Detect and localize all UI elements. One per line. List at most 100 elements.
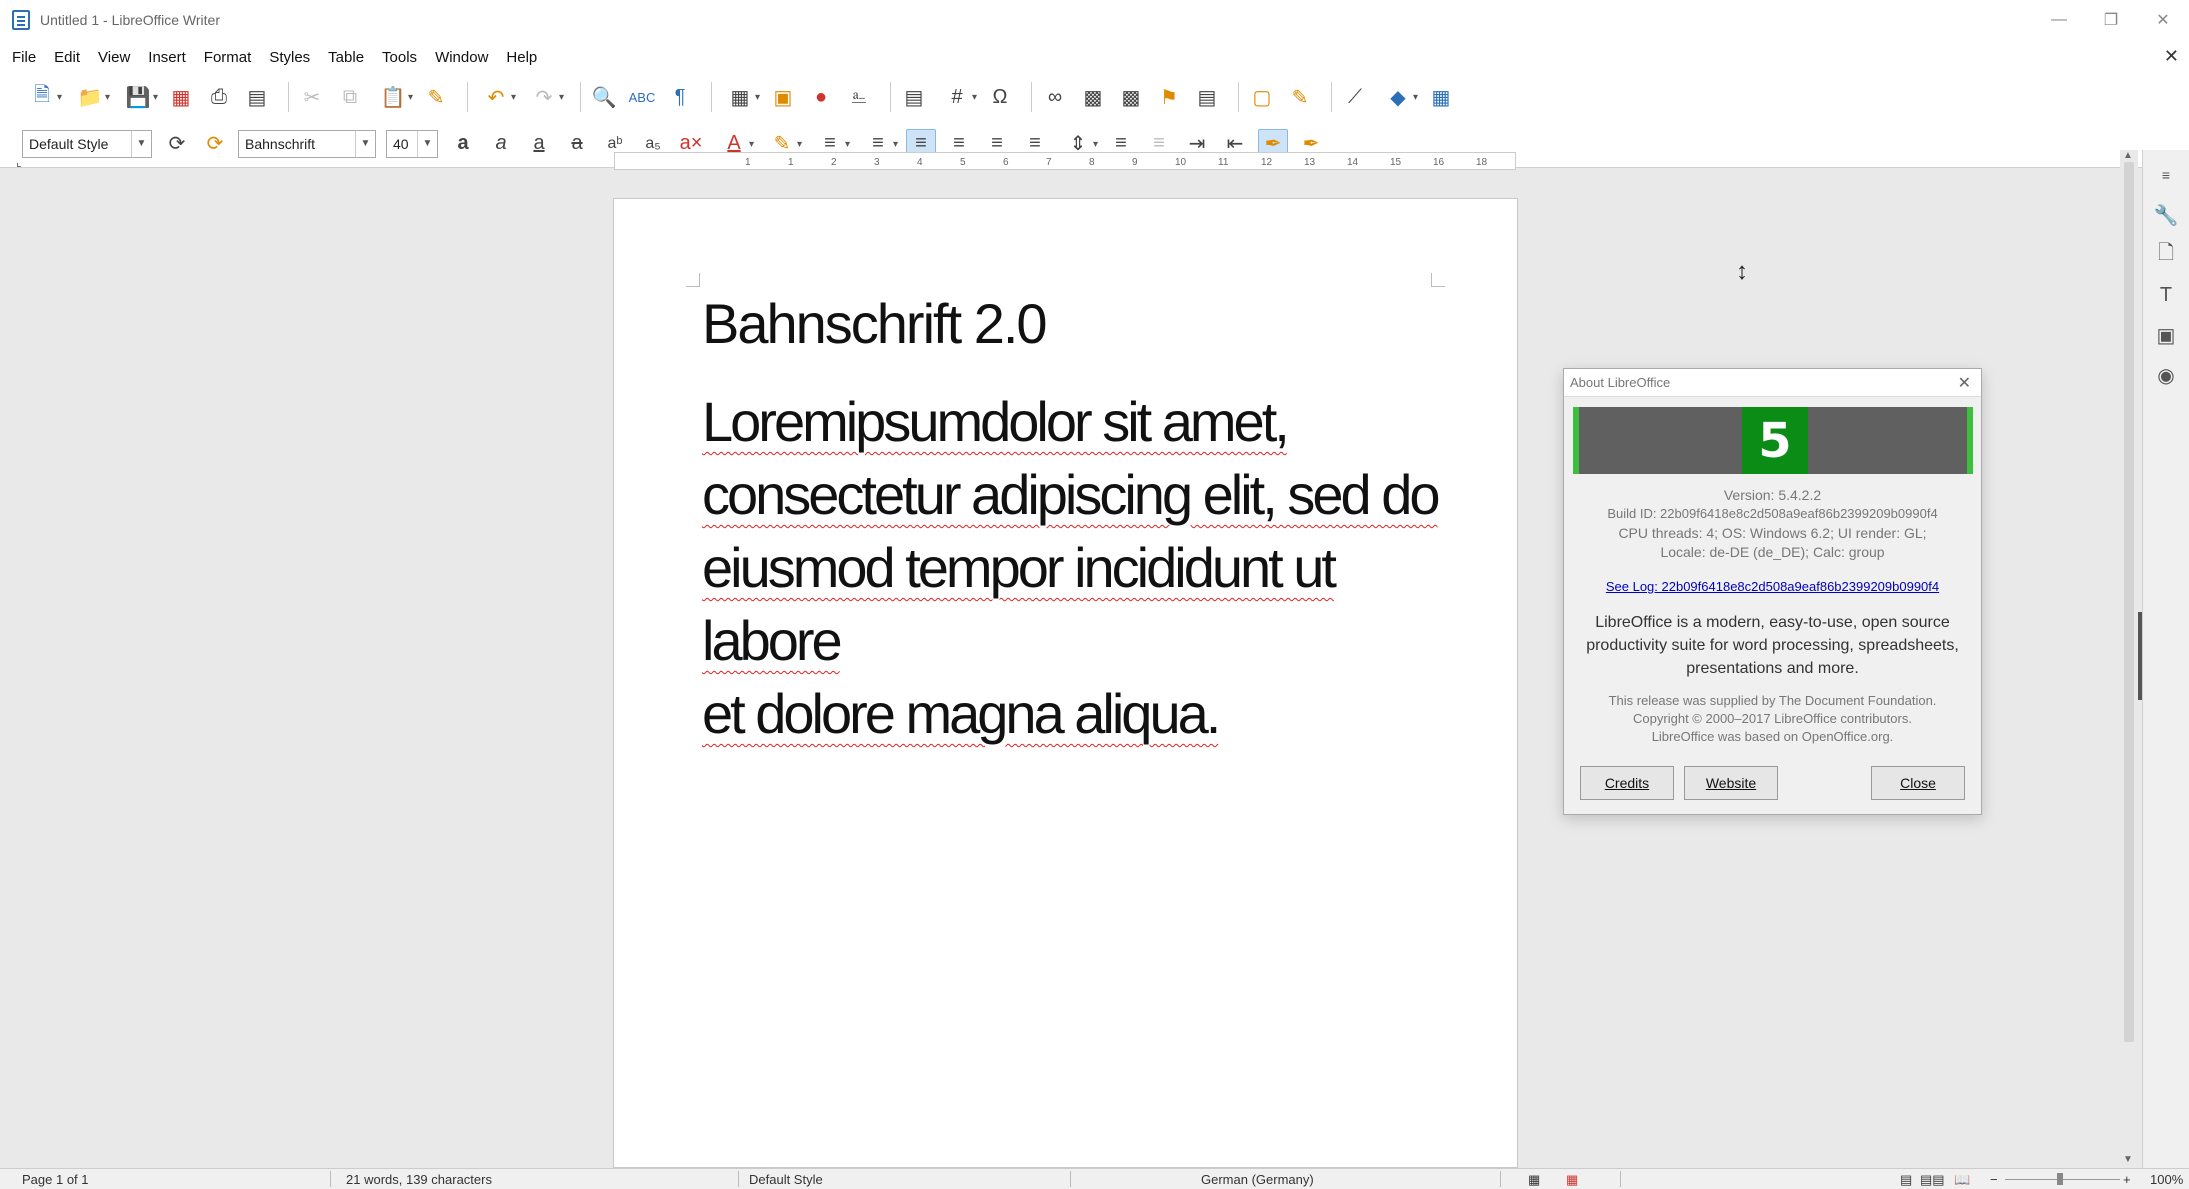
based-on-text: LibreOffice was based on OpenOffice.org. xyxy=(1651,729,1894,744)
zoom-slider-handle[interactable] xyxy=(2057,1173,2063,1185)
close-button[interactable]: Close xyxy=(1871,766,1965,800)
insert-page-break-icon[interactable]: ▤ xyxy=(899,82,929,112)
cross-reference-icon[interactable]: ▤ xyxy=(1192,82,1222,112)
insert-mode-icon[interactable]: ▦ xyxy=(1528,1172,1540,1188)
document-modified-icon[interactable]: ▦ xyxy=(1566,1172,1578,1188)
insert-image-icon[interactable]: ▣ xyxy=(768,82,798,112)
special-character-icon[interactable]: Ω xyxy=(985,82,1015,112)
navigator-compass-icon[interactable]: ◉ xyxy=(2151,360,2181,390)
insert-field-icon[interactable]: # xyxy=(937,82,977,112)
basic-shapes-icon[interactable]: ◆ xyxy=(1378,82,1418,112)
legal-text: This release was supplied by The Documen… xyxy=(1564,692,1981,746)
ruler-tick-label: 2 xyxy=(831,157,837,168)
spelling-icon[interactable]: ABC xyxy=(627,82,657,112)
see-log-link[interactable]: See Log: 22b09f6418e8c2d508a9eaf86b23992… xyxy=(1606,579,1939,594)
language[interactable]: German (Germany) xyxy=(1201,1172,1314,1187)
insert-textbox-icon[interactable]: ⎁ xyxy=(844,82,874,112)
ruler-tick-label: 3 xyxy=(874,157,880,168)
corner-mark xyxy=(1431,273,1445,287)
word-count[interactable]: 21 words, 139 characters xyxy=(346,1172,492,1187)
layout-multi-icon[interactable]: ▤▤ xyxy=(1920,1172,1945,1188)
update-style-icon[interactable]: ⟳ xyxy=(162,129,192,159)
chevron-down-icon[interactable]: ▼ xyxy=(131,130,151,157)
formatting-marks-icon[interactable]: ¶ xyxy=(665,82,695,112)
print-preview-icon[interactable]: ▤ xyxy=(242,82,272,112)
find-replace-icon[interactable]: 🔍 xyxy=(589,82,619,112)
menu-help[interactable]: Help xyxy=(506,49,537,66)
underline-icon[interactable]: a xyxy=(524,129,554,159)
hyperlink-icon[interactable]: ∞ xyxy=(1040,82,1070,112)
font-name-select[interactable]: Bahnschrift ▼ xyxy=(238,129,376,158)
horizontal-ruler[interactable]: 1 1 2 3 4 5 6 7 8 9 10 11 12 13 14 15 16 18 xyxy=(614,152,1516,170)
close-icon[interactable]: ✕ xyxy=(1958,373,1971,393)
insert-line-icon[interactable]: ⟋ xyxy=(1340,82,1370,112)
sidebar-menu-icon[interactable]: ≡ xyxy=(2151,160,2181,190)
scroll-down-icon[interactable]: ▼ xyxy=(2123,1154,2133,1165)
restore-icon[interactable]: ❐ xyxy=(2085,0,2137,40)
ruler-tick-label: 18 xyxy=(1476,157,1488,168)
menu-insert[interactable]: Insert xyxy=(148,49,186,66)
menu-styles[interactable]: Styles xyxy=(269,49,310,66)
bold-icon[interactable]: a xyxy=(448,129,478,159)
redo-icon[interactable]: ↷ xyxy=(524,82,564,112)
gallery-icon[interactable]: ▣ xyxy=(2151,320,2181,350)
website-button[interactable]: Website xyxy=(1684,766,1778,800)
menu-edit[interactable]: Edit xyxy=(54,49,80,66)
standard-toolbar: 🗎 📁 💾 ▦ ⎙ ▤ ✂ ⧉ 📋 ✎ ↶ ↷ 🔍 ABC ¶ ▦ ▣ ● ⎁ … xyxy=(0,74,2189,120)
chevron-down-icon[interactable]: ▼ xyxy=(355,130,375,157)
menu-table[interactable]: Table xyxy=(328,49,364,66)
credits-button[interactable]: Credits xyxy=(1580,766,1674,800)
export-pdf-icon[interactable]: ▦ xyxy=(166,82,196,112)
print-icon[interactable]: ⎙ xyxy=(204,82,234,112)
document-body: Loremipsumdolor sit amet, consectetur ad… xyxy=(702,385,1462,750)
bookmark-icon[interactable]: ⚑ xyxy=(1154,82,1184,112)
properties-wrench-icon[interactable]: 🔧 xyxy=(2151,200,2181,230)
zoom-in-icon[interactable]: + xyxy=(2123,1172,2131,1187)
undo-icon[interactable]: ↶ xyxy=(476,82,516,112)
draw-functions-icon[interactable]: ▦ xyxy=(1426,82,1456,112)
comment-icon[interactable]: ▢ xyxy=(1247,82,1277,112)
tab-stop-selector[interactable]: ⌞ xyxy=(16,155,22,169)
scroll-up-icon[interactable]: ▲ xyxy=(2123,150,2133,161)
version-text: Version: 5.4.2.2 xyxy=(1723,487,1822,503)
menu-view[interactable]: View xyxy=(98,49,130,66)
close-document-icon[interactable]: ✕ xyxy=(2164,46,2179,67)
open-folder-icon[interactable]: 📁 xyxy=(70,82,110,112)
paste-icon[interactable]: 📋 xyxy=(373,82,413,112)
new-style-icon[interactable]: ⟳ xyxy=(200,129,230,159)
paragraph-style-select[interactable]: Default Style ▼ xyxy=(22,129,152,158)
page-style[interactable]: Default Style xyxy=(749,1172,823,1187)
track-changes-icon[interactable]: ✎ xyxy=(1285,82,1315,112)
endnote-icon[interactable]: ▩ xyxy=(1116,82,1146,112)
chevron-down-icon[interactable]: ▼ xyxy=(417,130,437,157)
italic-icon[interactable]: a xyxy=(486,129,516,159)
ruler-tick-label: 11 xyxy=(1218,157,1229,168)
zoom-out-icon[interactable]: − xyxy=(1990,1172,1998,1187)
footnote-icon[interactable]: ▩ xyxy=(1078,82,1108,112)
window-title: Untitled 1 - LibreOffice Writer xyxy=(40,12,220,28)
insert-table-icon[interactable]: ▦ xyxy=(720,82,760,112)
styles-icon[interactable]: T xyxy=(2151,280,2181,310)
menu-tools[interactable]: Tools xyxy=(382,49,417,66)
save-icon[interactable]: 💾 xyxy=(118,82,158,112)
menu-format[interactable]: Format xyxy=(204,49,252,66)
vertical-scrollbar[interactable]: ▲ ▼ xyxy=(2120,150,2138,1168)
font-size-select[interactable]: 40 ▼ xyxy=(386,129,438,158)
page-icon[interactable]: 🗋 xyxy=(2151,240,2181,270)
cut-icon[interactable]: ✂ xyxy=(297,82,327,112)
new-document-icon[interactable]: 🗎 xyxy=(22,82,62,112)
layout-single-icon[interactable]: ▤ xyxy=(1900,1172,1912,1188)
page-count[interactable]: Page 1 of 1 xyxy=(22,1172,89,1187)
close-icon[interactable]: ✕ xyxy=(2137,0,2189,40)
menu-file[interactable]: File xyxy=(12,49,36,66)
minimize-icon[interactable]: — xyxy=(2033,0,2085,40)
copy-icon[interactable]: ⧉ xyxy=(335,82,365,112)
scrollbar-thumb[interactable] xyxy=(2124,162,2134,1042)
layout-book-icon[interactable]: 📖 xyxy=(1954,1172,1970,1188)
menu-window[interactable]: Window xyxy=(435,49,488,66)
insert-chart-icon[interactable]: ● xyxy=(806,82,836,112)
zoom-level[interactable]: 100% xyxy=(2150,1172,2183,1187)
strikethrough-icon[interactable]: a xyxy=(562,129,592,159)
document-page[interactable]: Bahnschrift 2.0 Loremipsumdolor sit amet… xyxy=(613,198,1518,1168)
clone-formatting-icon[interactable]: ✎ xyxy=(421,82,451,112)
